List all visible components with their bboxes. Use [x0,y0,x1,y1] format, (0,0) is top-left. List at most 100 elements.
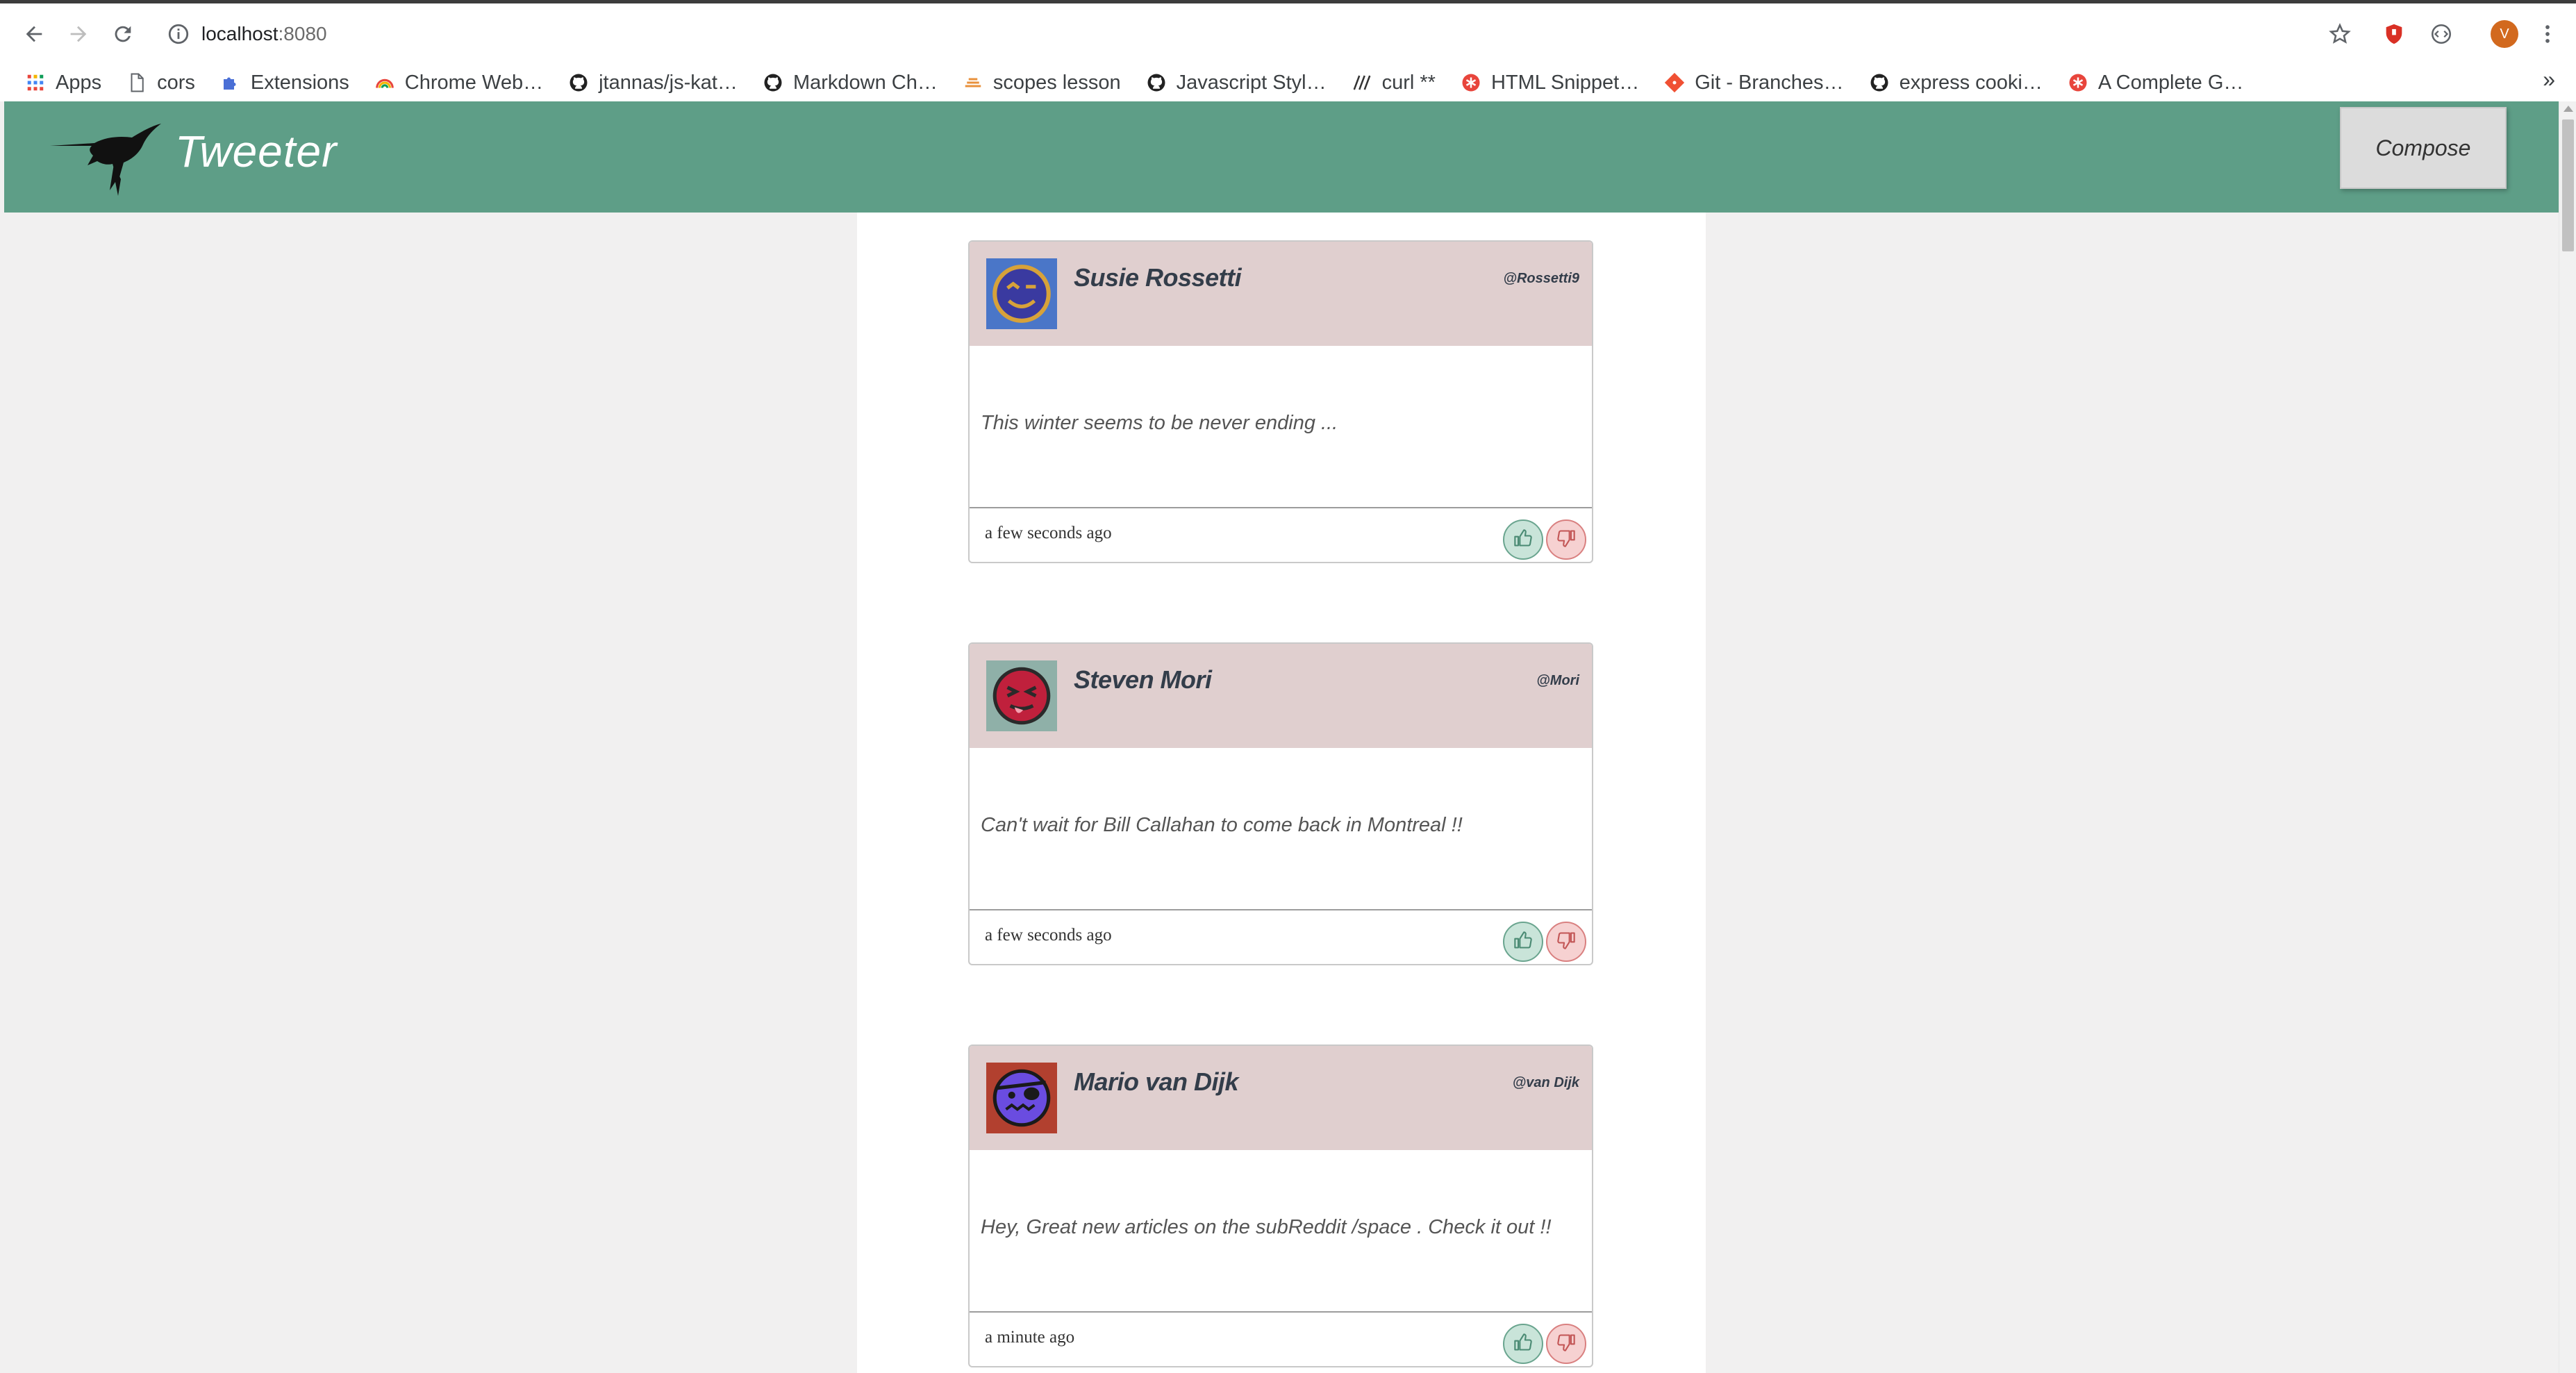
bookmark-label: cors [157,71,195,94]
tweet-handle: @van Dijk [1512,1075,1579,1090]
bookmark-item[interactable]: express cooki… [1869,66,2043,99]
thumbs-down-icon [1556,931,1576,954]
puzzle-icon [220,72,241,93]
tweet-header: Steven Mori @Mori [970,644,1592,748]
bookmark-item[interactable]: HTML Snippet… [1461,66,1639,99]
url-host: localhost [201,23,279,44]
tweet-card: Mario van Dijk @van Dijk Hey, Great new ar… [968,1045,1593,1367]
page-icon [126,72,147,93]
bookmark-item[interactable]: scopes lesson [963,66,1121,99]
tweet-handle: @Mori [1536,673,1579,688]
tweet-timestamp: a minute ago [985,1328,1075,1347]
bookmark-item[interactable]: cors [126,66,195,99]
dislike-button[interactable] [1546,519,1586,560]
bookmark-item[interactable]: Apps [25,66,101,99]
github-icon [568,72,589,93]
tweet-author-name: Mario van Dijk [1074,1067,1239,1096]
tweet-divider [970,1311,1592,1313]
tweet-handle: @Rossetti9 [1503,271,1579,286]
extension-shield-icon[interactable] [2378,18,2410,50]
tongue-face-icon [986,660,1057,731]
bookmark-label: Chrome Web… [404,71,544,94]
bookmark-item[interactable]: Git - Branches… [1664,66,1844,99]
asterisk-icon [2068,72,2088,93]
reload-icon [115,26,131,42]
bookmark-label: Apps [56,71,102,94]
asterisk-icon [1461,72,1481,93]
bookmark-item[interactable]: Javascript Styl… [1146,66,1327,99]
reload-button[interactable] [106,17,140,51]
bookmark-item[interactable]: jtannas/js-kat… [568,66,738,99]
like-button[interactable] [1503,519,1543,560]
tweet-divider [970,507,1592,508]
apps-grid-icon [25,72,46,93]
bookmark-label: jtannas/js-kat… [599,71,738,94]
bookmarks-bar: Apps cors Extensions Chrome Web… jtannas/js-… [0,61,2576,104]
scroll-up-arrow-icon[interactable] [2563,106,2573,112]
brand-title[interactable]: Tweeter [175,124,337,179]
top-nav: Tweeter Compose [4,101,2559,213]
url-text[interactable]: localhost:8080 [201,21,327,47]
hummingbird-logo-icon [50,124,161,196]
tweet-card: Susie Rossetti @Rossetti9 This winter seem… [968,240,1593,563]
bookmark-label: scopes lesson [992,71,1121,94]
bookmark-label: Javascript Styl… [1176,71,1327,94]
tweet-timestamp: a few seconds ago [985,926,1112,945]
bookmark-label: curl ** [1381,71,1436,94]
page-viewport: Tweeter Compose Susie Rossetti @Rossetti9… [4,101,2559,1373]
tweet-author-name: Susie Rossetti [1074,263,1242,292]
url-port: :8080 [278,23,327,44]
back-button[interactable] [17,17,51,51]
dislike-button[interactable] [1546,922,1586,962]
thumbs-up-icon [1513,931,1533,954]
tweet-author-name: Steven Mori [1074,665,1212,694]
git-icon [1664,72,1685,93]
bookmark-item[interactable]: Extensions [220,66,349,99]
thumbs-down-icon [1556,1333,1576,1356]
compose-button[interactable]: Compose [2340,107,2507,189]
tweet-feed: Susie Rossetti @Rossetti9 This winter seem… [857,213,1706,1373]
arrow-left-icon [26,26,42,42]
tweet-header: Mario van Dijk @van Dijk [970,1046,1592,1150]
forward-button[interactable] [61,17,96,51]
like-button[interactable] [1503,1324,1543,1364]
extension-code-icon[interactable] [2425,18,2457,50]
tweet-card: Steven Mori @Mori Can't wait for Bill Call… [968,642,1593,965]
tweet-header: Susie Rossetti @Rossetti9 [970,242,1592,346]
bookmark-label: Git - Branches… [1695,71,1844,94]
slashes-icon [1352,72,1372,93]
bookmark-label: Extensions [250,71,349,94]
site-info-icon[interactable] [167,22,190,46]
browser-menu-icon[interactable] [2532,18,2563,50]
arrow-right-icon [70,26,87,42]
bookmark-item[interactable]: curl ** [1352,66,1436,99]
bookmark-item[interactable]: A Complete G… [2068,66,2244,99]
bookmark-item[interactable]: Chrome Web… [374,66,543,99]
bookmarks-overflow-icon[interactable]: » [2543,67,2555,92]
rainbow-icon [374,72,395,93]
like-button[interactable] [1503,922,1543,962]
vertical-scrollbar[interactable] [2559,101,2576,1373]
tweet-timestamp: a few seconds ago [985,524,1112,542]
thumbs-down-icon [1556,529,1576,551]
stack-icon [963,72,983,93]
thumbs-up-icon [1513,529,1533,551]
pirate-face-icon [986,1063,1057,1133]
profile-avatar[interactable]: V [2488,18,2520,50]
github-icon [763,72,783,93]
github-icon [1869,72,1890,93]
bookmark-label: Markdown Ch… [792,71,938,94]
address-bar-row: localhost:8080 V [0,7,2576,61]
bookmark-star-icon[interactable] [2324,18,2356,50]
tweet-divider [970,909,1592,910]
wink-face-icon [986,258,1057,329]
dislike-button[interactable] [1546,1324,1586,1364]
scrollbar-thumb[interactable] [2562,119,2574,251]
bookmark-label: HTML Snippet… [1490,71,1640,94]
bookmark-label: A Complete G… [2097,71,2244,94]
tweet-text: Can't wait for Bill Callahan to come bac… [981,814,1463,836]
tweet-text: Hey, Great new articles on the subReddit… [981,1216,1552,1238]
github-icon [1146,72,1167,93]
bookmark-label: express cooki… [1899,71,2043,94]
bookmark-item[interactable]: Markdown Ch… [763,66,938,99]
